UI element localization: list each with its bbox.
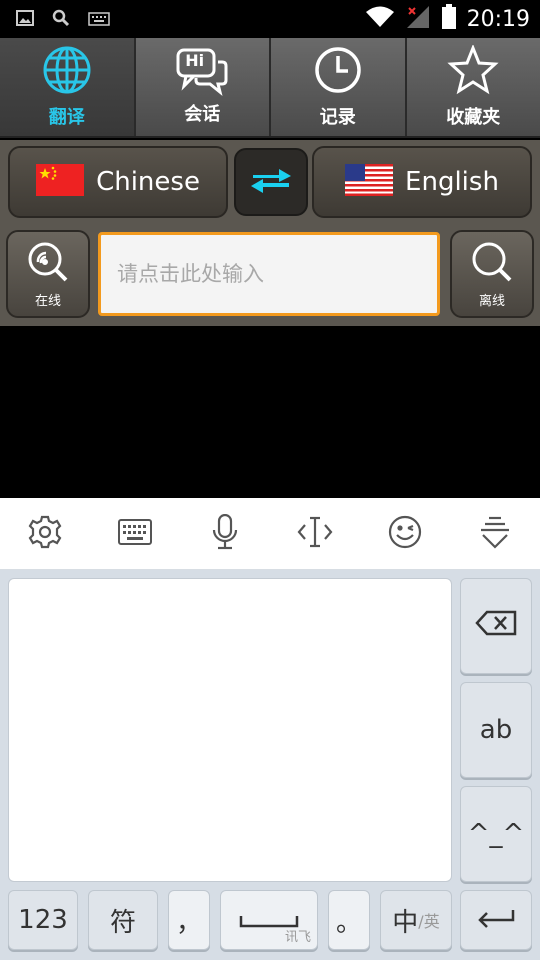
hide-keyboard-icon <box>479 515 511 553</box>
main-tabs: 翻译 Hi 会话 记录 收藏夹 <box>0 38 540 138</box>
wifi-icon <box>365 5 395 33</box>
tab-label: 翻译 <box>48 107 85 128</box>
tab-label: 收藏夹 <box>446 107 501 128</box>
emoji-button[interactable] <box>380 509 430 559</box>
number-key[interactable]: 123 <box>8 890 78 950</box>
online-search-icon <box>26 240 70 288</box>
backspace-key[interactable] <box>460 578 532 674</box>
clock-time: 20:19 <box>466 6 530 32</box>
ab-key[interactable]: ab <box>460 682 532 778</box>
star-icon <box>447 43 499 99</box>
microphone-icon <box>211 513 239 554</box>
battery-icon <box>441 4 457 34</box>
tab-favorites[interactable]: 收藏夹 <box>407 38 540 136</box>
comma-key[interactable]: ， <box>168 890 210 950</box>
clock-icon <box>313 45 363 99</box>
keyboard-switch-button[interactable] <box>110 509 160 559</box>
signal-icon <box>405 4 431 34</box>
language-toggle-key[interactable]: 中 /英 <box>380 890 452 950</box>
target-language-name: English <box>405 167 499 197</box>
gallery-icon <box>16 10 34 30</box>
hide-keyboard-button[interactable] <box>470 509 520 559</box>
keyboard-status-icon <box>88 11 110 30</box>
translate-panel: Chinese English 在线 请点击此处输入 离线 <box>0 140 540 326</box>
space-key[interactable]: 讯飞 <box>220 890 318 950</box>
globe-icon <box>42 45 92 99</box>
online-label: 在线 <box>34 293 61 309</box>
enter-icon <box>477 905 515 935</box>
handwriting-area[interactable] <box>8 578 452 882</box>
swap-arrows-icon <box>249 165 293 199</box>
backspace-icon <box>475 610 517 643</box>
keyboard-toolbar <box>0 498 540 570</box>
tab-history[interactable]: 记录 <box>271 38 407 136</box>
language-selector: Chinese English <box>6 146 534 218</box>
online-search-button[interactable]: 在线 <box>6 230 90 318</box>
gear-icon <box>28 515 62 553</box>
target-language-button[interactable]: English <box>312 146 532 218</box>
settings-button[interactable] <box>20 509 70 559</box>
emoji-icon <box>388 515 422 553</box>
chat-hi-icon: Hi <box>176 48 228 96</box>
status-bar: 20:19 <box>0 0 540 38</box>
tab-conversation[interactable]: Hi 会话 <box>136 38 271 136</box>
emoticon-key[interactable]: ^_^ <box>460 786 532 882</box>
period-key[interactable]: 。 <box>328 890 370 950</box>
text-cursor-icon <box>297 515 333 553</box>
source-language-button[interactable]: Chinese <box>8 146 228 218</box>
tab-label: 会话 <box>184 104 221 125</box>
search-icon <box>470 240 514 288</box>
input-row: 在线 离线 <box>6 228 534 320</box>
source-language-name: Chinese <box>96 167 200 197</box>
china-flag-icon <box>36 164 85 200</box>
voice-input-button[interactable] <box>200 509 250 559</box>
cursor-edit-button[interactable] <box>290 509 340 559</box>
tab-label: 记录 <box>319 107 356 128</box>
offline-search-button[interactable]: 离线 <box>450 230 534 318</box>
search-icon <box>52 9 70 31</box>
us-flag-icon <box>345 164 394 200</box>
symbols-key[interactable]: 符 <box>88 890 158 950</box>
keyboard-icon <box>118 518 152 549</box>
handwriting-keyboard: ab ^_^ 123 符 ， 讯飞 。 中 /英 <box>0 570 540 960</box>
translate-input[interactable] <box>98 232 440 316</box>
enter-key[interactable] <box>460 890 532 950</box>
swap-languages-button[interactable] <box>234 148 308 216</box>
offline-label: 离线 <box>478 293 505 309</box>
tab-translate[interactable]: 翻译 <box>0 38 136 136</box>
